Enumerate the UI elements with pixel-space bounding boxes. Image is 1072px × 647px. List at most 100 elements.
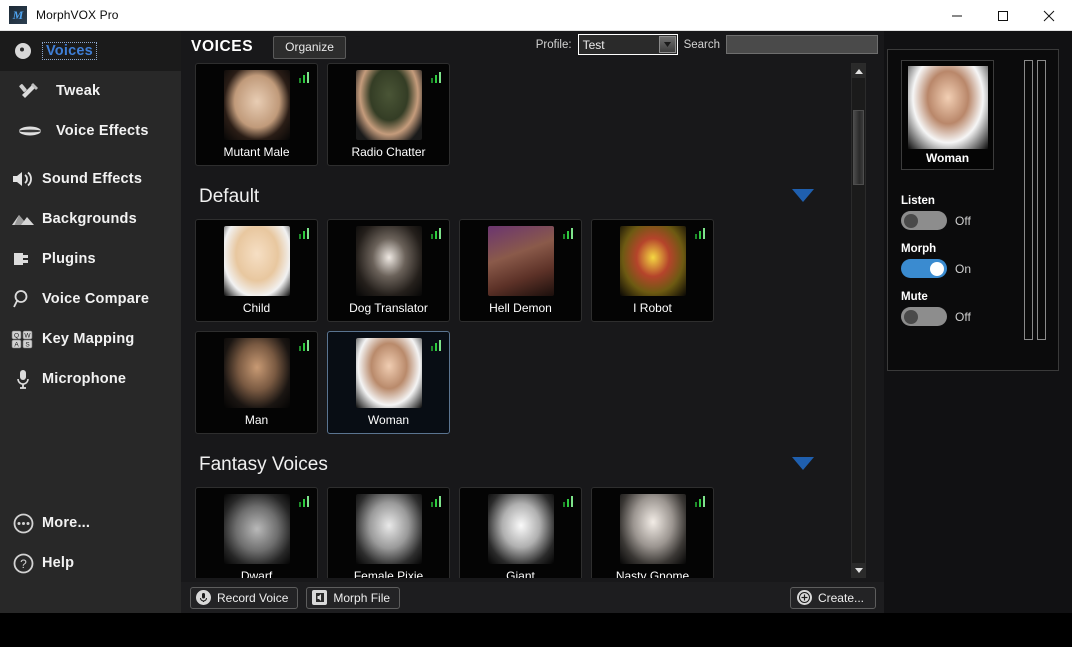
scrollbar-thumb[interactable] xyxy=(853,110,864,185)
window-title: MorphVOX Pro xyxy=(36,8,119,22)
level-meter-output xyxy=(1037,60,1046,340)
active-voice-preview[interactable]: Woman xyxy=(901,60,994,170)
record-voice-button[interactable]: Record Voice xyxy=(190,587,298,609)
sidebar-item-microphone[interactable]: Microphone xyxy=(0,359,181,399)
listen-row: Off xyxy=(901,211,1021,230)
signal-bars-icon xyxy=(299,72,310,83)
toggle-knob xyxy=(904,214,918,228)
sidebar-item-plugins[interactable]: Plugins xyxy=(0,239,181,279)
mute-toggle-block: Mute Off xyxy=(901,291,1021,326)
page-title: VOICES xyxy=(191,38,253,56)
toolbar-right-group: Profile: Test Search xyxy=(536,34,878,55)
sidebar-item-help[interactable]: ? Help xyxy=(0,543,181,583)
maximize-button[interactable] xyxy=(980,0,1026,31)
minimize-button[interactable] xyxy=(934,0,980,31)
organize-button[interactable]: Organize xyxy=(273,36,346,59)
sidebar-item-backgrounds[interactable]: Backgrounds xyxy=(0,199,181,239)
signal-bars-icon xyxy=(563,496,574,507)
sidebar-divider xyxy=(0,151,181,159)
sidebar-spacer xyxy=(0,399,181,503)
sidebar-item-label: Backgrounds xyxy=(42,211,137,227)
sidebar-item-voice-effects[interactable]: Voice Effects xyxy=(0,111,181,151)
section-title: Fantasy Voices xyxy=(188,454,328,476)
voice-row: Man Woman xyxy=(188,331,850,434)
plugins-icon xyxy=(4,250,42,268)
signal-bars-icon xyxy=(695,228,706,239)
sidebar-item-voice-compare[interactable]: Voice Compare xyxy=(0,279,181,319)
sidebar: Voices Tweak xyxy=(0,31,181,613)
morph-toggle[interactable] xyxy=(901,259,947,278)
voice-card-i-robot[interactable]: I Robot xyxy=(591,219,714,322)
close-button[interactable] xyxy=(1026,0,1072,31)
sound-effects-icon xyxy=(4,169,42,189)
voice-thumbnail xyxy=(356,226,422,296)
sidebar-item-label: Help xyxy=(42,555,74,571)
listen-toggle[interactable] xyxy=(901,211,947,230)
bottom-toolbar: Record Voice Morph File xyxy=(181,582,884,613)
voice-card-label: Child xyxy=(196,301,317,315)
voice-compare-icon xyxy=(4,289,42,309)
chevron-down-icon[interactable] xyxy=(659,36,676,53)
listen-label: Listen xyxy=(901,195,1021,207)
voice-effects-icon xyxy=(4,124,56,138)
voice-card-man[interactable]: Man xyxy=(195,331,318,434)
listen-state: Off xyxy=(955,214,971,228)
voice-card-woman[interactable]: Woman xyxy=(327,331,450,434)
scroll-up-button[interactable] xyxy=(852,64,865,78)
signal-bars-icon xyxy=(299,228,310,239)
voice-card-female-pixie[interactable]: Female Pixie xyxy=(327,487,450,578)
section-header-fantasy-voices[interactable]: Fantasy Voices xyxy=(188,443,850,487)
scroll-down-button[interactable] xyxy=(852,563,865,577)
voice-card-mutant-male[interactable]: Mutant Male xyxy=(195,63,318,166)
signal-bars-icon xyxy=(299,340,310,351)
right-panel: Woman Listen Off Morph xyxy=(884,31,1072,613)
voice-list-scrollbar[interactable] xyxy=(851,63,866,578)
search-input[interactable] xyxy=(726,35,878,54)
profile-dropdown[interactable]: Test xyxy=(578,34,678,55)
sidebar-item-sound-effects[interactable]: Sound Effects xyxy=(0,159,181,199)
microphone-icon xyxy=(196,590,211,605)
more-icon xyxy=(4,513,42,534)
voice-card-giant[interactable]: Giant xyxy=(459,487,582,578)
voice-card-child[interactable]: Child xyxy=(195,219,318,322)
sidebar-item-tweak[interactable]: Tweak xyxy=(0,71,181,111)
morph-file-button[interactable]: Morph File xyxy=(306,587,400,609)
voice-card-nasty-gnome[interactable]: Nasty Gnome xyxy=(591,487,714,578)
status-bar xyxy=(0,613,1072,647)
sidebar-item-key-mapping[interactable]: Q W A S Key Mapping xyxy=(0,319,181,359)
voice-card-label: Radio Chatter xyxy=(328,145,449,159)
sidebar-item-voices[interactable]: Voices xyxy=(0,31,181,71)
voice-thumbnail xyxy=(356,494,422,564)
key-mapping-icon: Q W A S xyxy=(4,329,42,349)
mute-row: Off xyxy=(901,307,1021,326)
sidebar-item-label: Voice Compare xyxy=(42,291,149,307)
sidebar-item-more[interactable]: More... xyxy=(0,503,181,543)
morph-label: Morph xyxy=(901,243,1021,255)
voice-grid: Mutant Male Radio Chatter Default xyxy=(188,63,850,578)
chevron-down-icon[interactable] xyxy=(792,189,814,207)
voice-card-radio-chatter[interactable]: Radio Chatter xyxy=(327,63,450,166)
svg-text:S: S xyxy=(25,342,30,349)
sidebar-item-label: More... xyxy=(42,515,90,531)
morph-row: On xyxy=(901,259,1021,278)
voice-thumbnail xyxy=(224,494,290,564)
voice-card-dwarf[interactable]: Dwarf xyxy=(195,487,318,578)
toggle-group: Listen Off Morph On Mu xyxy=(901,195,1021,339)
chevron-down-icon[interactable] xyxy=(792,457,814,475)
voice-card-dog-translator[interactable]: Dog Translator xyxy=(327,219,450,322)
section-title: Default xyxy=(188,186,259,208)
profile-label: Profile: xyxy=(536,39,572,51)
voice-card-hell-demon[interactable]: Hell Demon xyxy=(459,219,582,322)
record-voice-label: Record Voice xyxy=(217,591,288,605)
section-header-default[interactable]: Default xyxy=(188,175,850,219)
voice-card-label: Female Pixie xyxy=(328,569,449,578)
sidebar-item-label: Microphone xyxy=(42,371,126,387)
sidebar-item-label: Key Mapping xyxy=(42,331,134,347)
create-button[interactable]: Create... xyxy=(790,587,876,609)
signal-bars-icon xyxy=(431,496,442,507)
signal-bars-icon xyxy=(563,228,574,239)
mute-toggle[interactable] xyxy=(901,307,947,326)
voice-thumbnail xyxy=(224,338,290,408)
toggle-knob xyxy=(904,310,918,324)
profile-value: Test xyxy=(579,38,605,52)
